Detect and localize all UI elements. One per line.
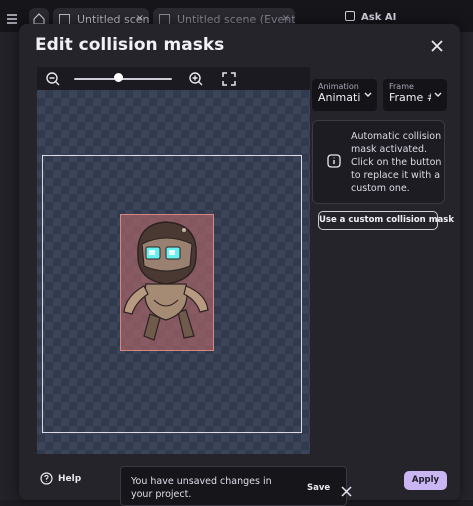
help-label: Help: [58, 474, 82, 484]
frame-select-label: Frame: [389, 82, 414, 91]
unsaved-changes-text: You have unsaved changes in your project…: [131, 476, 272, 500]
ask-ai-button[interactable]: Ask AI: [345, 11, 396, 23]
snackbar-save-button[interactable]: Save: [307, 483, 330, 493]
zoom-slider[interactable]: [74, 78, 172, 80]
zoom-in-icon: [189, 72, 203, 86]
fit-screen-icon: [222, 72, 236, 86]
zoom-out-button[interactable]: [45, 71, 61, 91]
close-tab-icon[interactable]: ×: [136, 13, 144, 24]
zoom-out-icon: [46, 72, 60, 86]
menu-icon[interactable]: [6, 10, 18, 24]
snackbar-close-button[interactable]: [341, 482, 352, 501]
close-tab-icon[interactable]: ×: [282, 13, 290, 24]
zoom-in-button[interactable]: [188, 71, 204, 91]
automatic-mask-info: Automatic collision mask activated. Clic…: [312, 120, 445, 204]
close-dialog-button[interactable]: [427, 36, 447, 56]
edit-collision-masks-dialog: Edit collision masks Animation Animati F…: [19, 24, 460, 506]
close-icon: [341, 486, 352, 497]
use-custom-collision-mask-button[interactable]: Use a custom collision mask: [318, 211, 454, 230]
dialog-title: Edit collision masks: [35, 35, 225, 55]
zoom-slider-thumb[interactable]: [113, 73, 123, 82]
apply-button[interactable]: Apply: [404, 471, 447, 490]
info-icon: [327, 154, 341, 168]
ask-ai-label: Ask AI: [361, 12, 397, 23]
help-icon: [40, 472, 53, 485]
close-icon: [431, 40, 443, 52]
unsaved-changes-snackbar: You have unsaved changes in your project…: [120, 466, 352, 506]
frame-select-value: Frame #: [389, 91, 431, 104]
info-text: Automatic collision mask activated. Clic…: [351, 131, 442, 194]
collision-mask-canvas[interactable]: [37, 90, 310, 454]
fit-to-screen-button[interactable]: [221, 71, 237, 91]
ai-icon: [345, 11, 355, 21]
chevron-down-icon: [364, 92, 372, 97]
animation-select-value: Animati: [318, 91, 360, 104]
robot-sprite: [123, 221, 209, 341]
animation-select[interactable]: Animation Animati: [312, 79, 377, 111]
animation-select-label: Animation: [318, 82, 359, 91]
chevron-down-icon: [434, 92, 442, 97]
frame-select[interactable]: Frame Frame #: [383, 79, 447, 111]
zoom-toolbar: [37, 67, 310, 91]
